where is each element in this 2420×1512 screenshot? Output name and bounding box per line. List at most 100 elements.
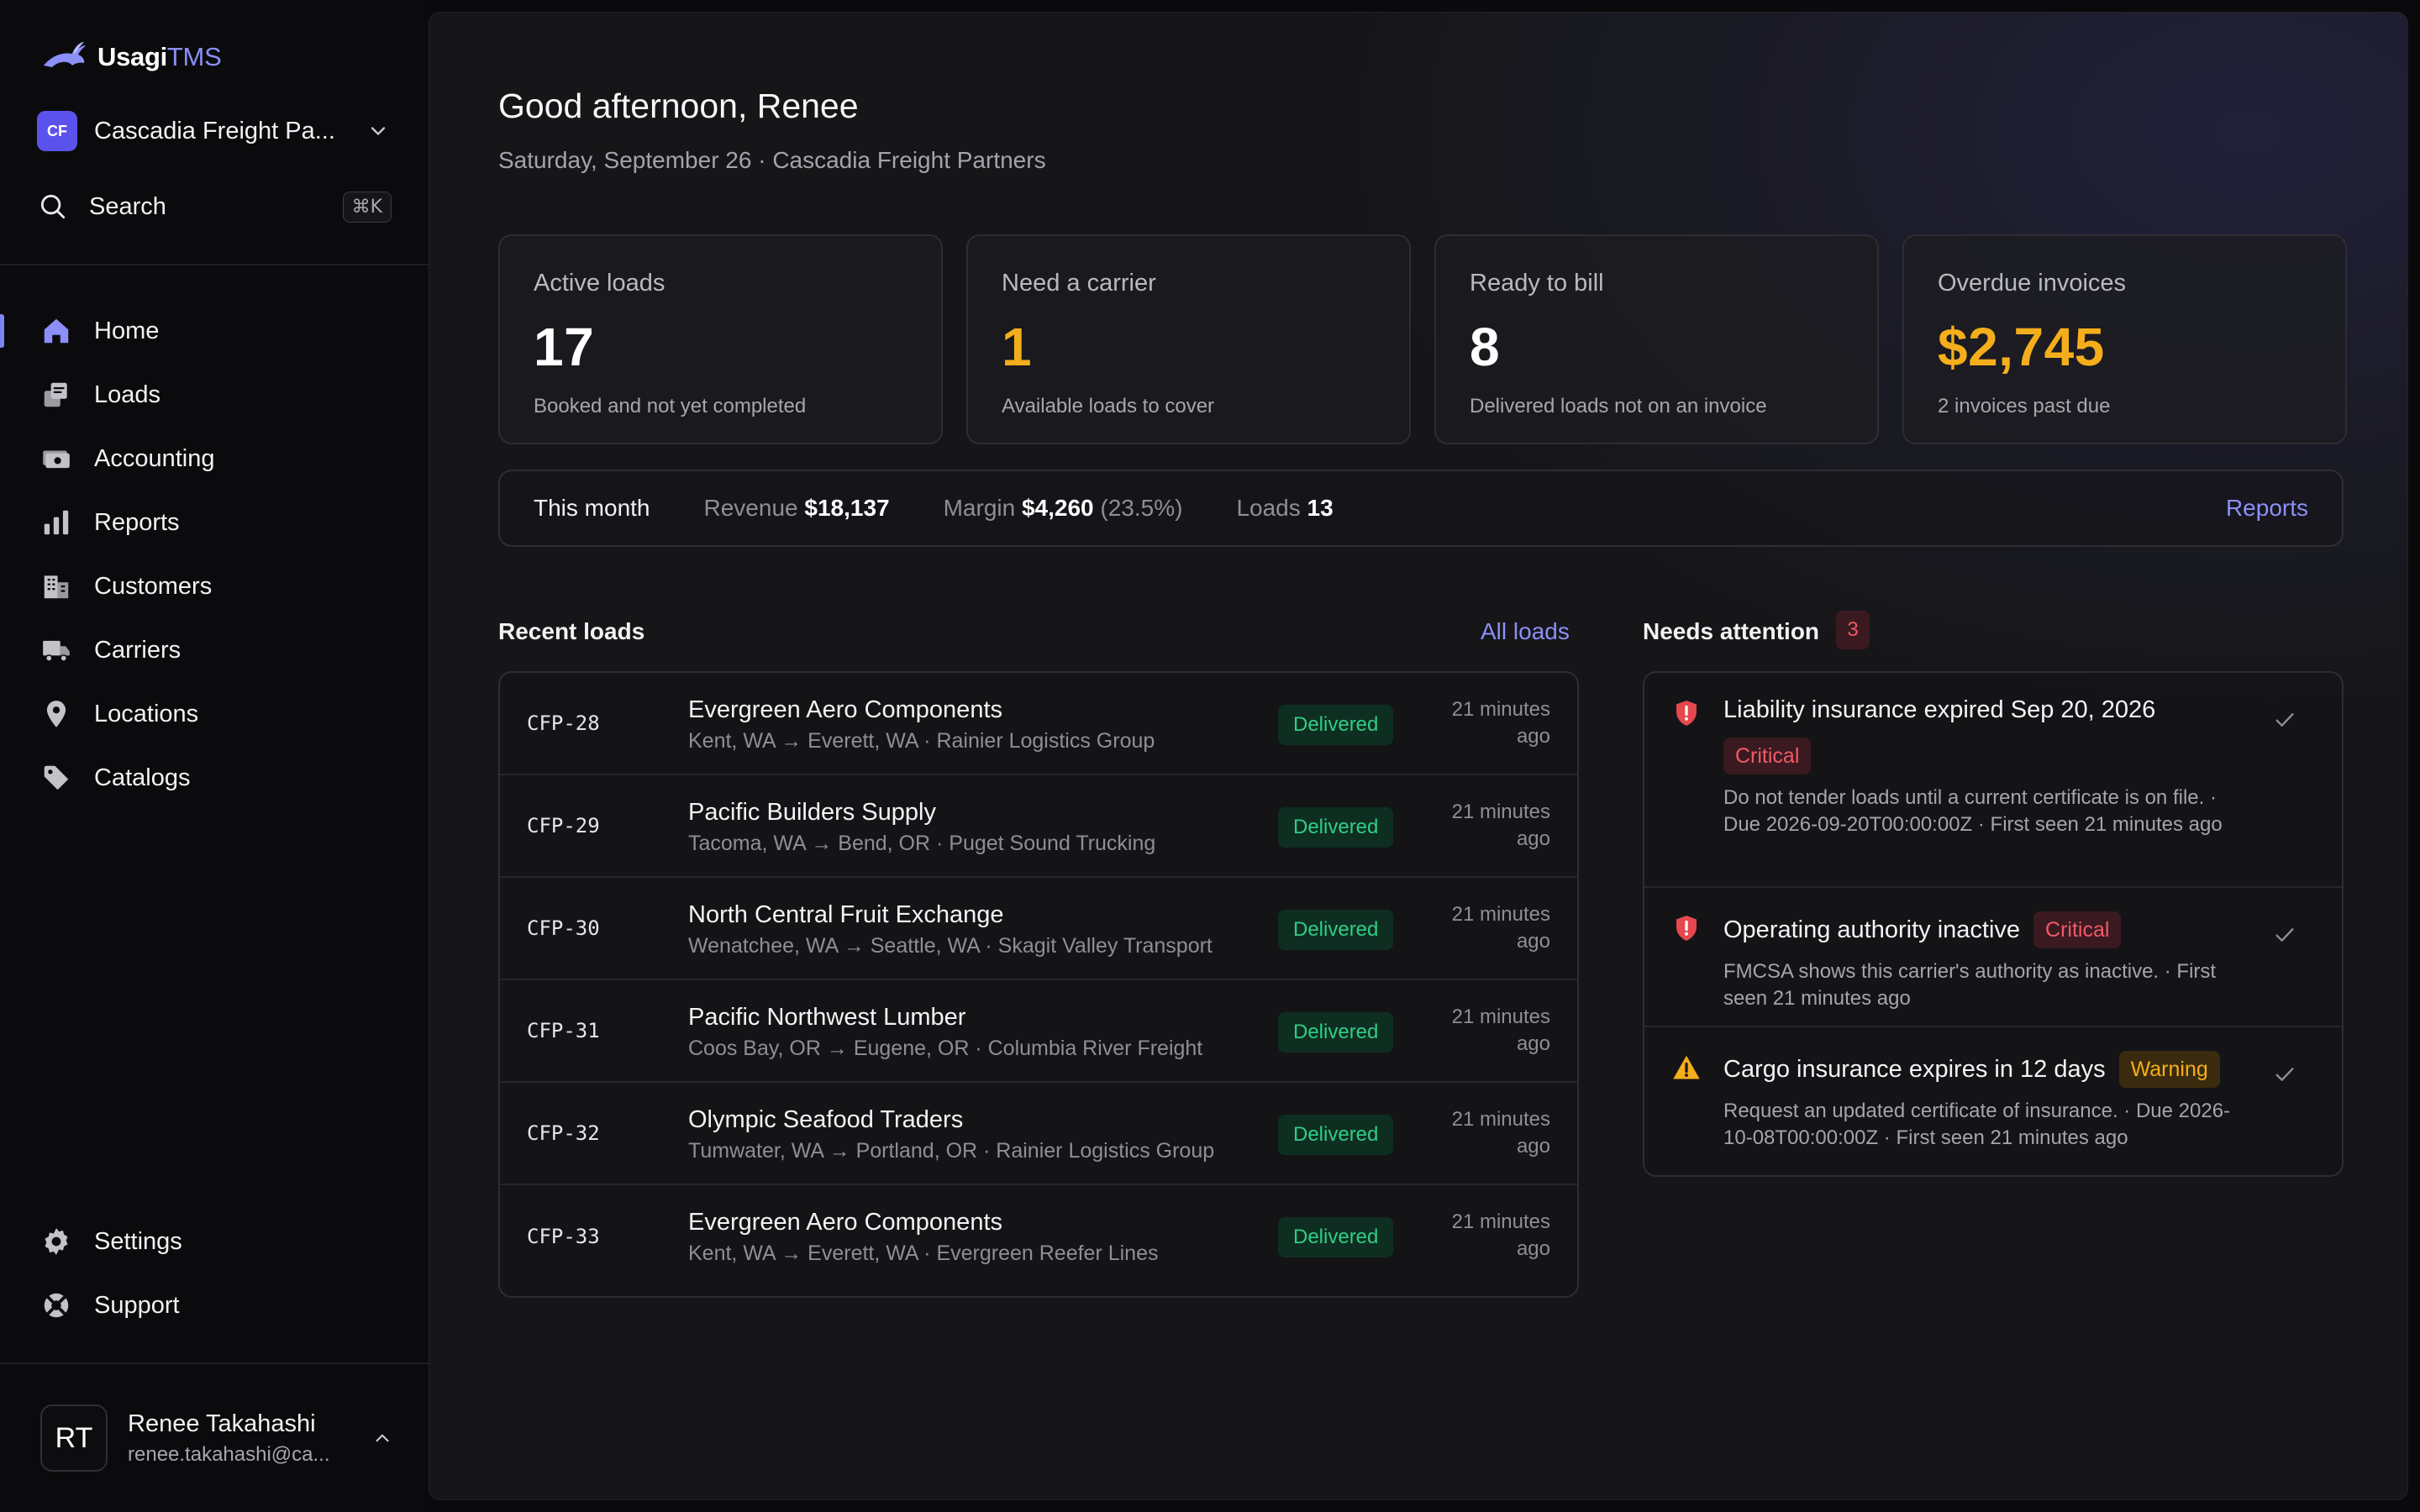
page-title: Good afternoon, Renee	[498, 87, 859, 125]
sidebar-item-label: Locations	[94, 700, 199, 727]
load-customer: Pacific Builders Supply	[688, 799, 936, 826]
sidebar: UsagiTMS CF Cascadia Freight Pa... Searc…	[0, 0, 429, 1512]
brand-logo[interactable]: UsagiTMS	[40, 37, 222, 77]
search-icon	[40, 194, 66, 219]
sidebar-item-label: Loads	[94, 381, 161, 408]
location-pin-icon	[46, 701, 66, 727]
sidebar-item-label: Catalogs	[94, 764, 191, 791]
stat-card-overdue-invoices[interactable]: Overdue invoices $2,745 2 invoices past …	[1902, 234, 2347, 444]
organization-switcher[interactable]: CF Cascadia Freight Pa...	[37, 109, 390, 153]
load-customer: Evergreen Aero Components	[688, 696, 1002, 723]
status-badge: Delivered	[1278, 1115, 1394, 1155]
severity-badge: Critical	[2033, 911, 2122, 948]
status-badge: Delivered	[1278, 1012, 1394, 1053]
table-row[interactable]: CFP-32 Olympic Seafood Traders Tumwater,…	[500, 1083, 1577, 1185]
table-row[interactable]: CFP-29 Pacific Builders Supply Tacoma, W…	[500, 775, 1577, 878]
secondary-nav: Settings Support	[0, 1210, 429, 1337]
table-row[interactable]: CFP-30 North Central Fruit Exchange Wena…	[500, 878, 1577, 980]
severity-badge: Critical	[1723, 738, 1812, 774]
sidebar-item-reports[interactable]: Reports	[0, 491, 429, 554]
sidebar-item-loads[interactable]: Loads	[0, 363, 429, 427]
table-row[interactable]: CFP-33 Evergreen Aero Components Kent, W…	[500, 1185, 1577, 1288]
sidebar-item-carriers[interactable]: Carriers	[0, 618, 429, 682]
status-badge: Delivered	[1278, 705, 1394, 745]
sidebar-item-catalogs[interactable]: Catalogs	[0, 746, 429, 810]
recent-loads-table: CFP-28 Evergreen Aero Components Kent, W…	[498, 671, 1579, 1298]
load-customer: North Central Fruit Exchange	[688, 901, 1004, 928]
avatar: RT	[40, 1404, 108, 1472]
list-item[interactable]: Cargo insurance expires in 12 days Warni…	[1644, 1027, 2342, 1175]
rabbit-logo-icon	[44, 42, 86, 67]
table-row[interactable]: CFP-28 Evergreen Aero Components Kent, W…	[500, 673, 1577, 775]
table-row[interactable]: CFP-31 Pacific Northwest Lumber Coos Bay…	[500, 980, 1577, 1083]
checkmark-icon[interactable]	[2271, 1061, 2298, 1088]
load-customer: Evergreen Aero Components	[688, 1209, 1002, 1236]
recent-loads-title: Recent loads	[498, 618, 645, 644]
load-route: Tumwater, WA → Portland, OR · Rainier Lo…	[688, 1139, 1215, 1163]
status-badge: Delivered	[1278, 807, 1394, 848]
sidebar-divider	[0, 1362, 429, 1364]
customers-icon	[44, 575, 69, 599]
warning-triangle-icon	[1673, 1055, 1700, 1079]
stat-card-need-carrier[interactable]: Need a carrier 1 Available loads to cove…	[966, 234, 1411, 444]
chevron-up-icon	[376, 1434, 389, 1442]
stat-cards: Active loads 17 Booked and not yet compl…	[498, 234, 2347, 444]
main-panel: Good afternoon, Renee Saturday, Septembe…	[429, 12, 2408, 1500]
load-route: Kent, WA → Everett, WA · Rainier Logisti…	[688, 729, 1155, 753]
load-id: CFP-28	[527, 711, 600, 735]
load-timestamp: 21 minutes ago	[1451, 1108, 1550, 1158]
stat-value: $2,745	[1938, 317, 2105, 377]
load-id: CFP-33	[527, 1225, 600, 1248]
shield-alert-icon	[1676, 916, 1697, 941]
search-shortcut: ⌘K	[342, 191, 392, 223]
load-id: CFP-32	[527, 1121, 600, 1145]
stat-description: 2 invoices past due	[1938, 395, 2111, 417]
load-timestamp: 21 minutes ago	[1451, 903, 1550, 953]
search-button[interactable]: Search ⌘K	[37, 186, 392, 227]
sidebar-item-label: Home	[94, 317, 160, 344]
list-item[interactable]: Operating authority inactive Critical FM…	[1644, 888, 2342, 1027]
load-id: CFP-30	[527, 916, 600, 940]
attention-header: Cargo insurance expires in 12 days Warni…	[1723, 1051, 2253, 1088]
reports-link[interactable]: Reports	[2226, 495, 2308, 522]
load-timestamp: 21 minutes ago	[1451, 1005, 1550, 1055]
sidebar-item-home[interactable]: Home	[0, 299, 429, 363]
carriers-icon	[43, 640, 70, 662]
load-details: North Central Fruit Exchange Wenatchee, …	[688, 901, 1213, 958]
severity-badge: Warning	[2118, 1051, 2220, 1088]
brand-name: UsagiTMS	[97, 42, 222, 71]
checkmark-icon[interactable]	[2271, 921, 2298, 948]
stat-description: Available loads to cover	[1002, 395, 1215, 417]
loads-metric: Loads 13	[1236, 495, 1334, 521]
month-summary-bar: This month Revenue $18,137 Margin $4,260…	[498, 470, 2344, 547]
user-menu[interactable]: RT Renee Takahashi renee.takahashi@ca...	[40, 1403, 393, 1473]
loads-icon	[44, 382, 67, 407]
home-icon	[44, 318, 69, 344]
stat-title: Need a carrier	[1002, 270, 1156, 297]
stat-card-active-loads[interactable]: Active loads 17 Booked and not yet compl…	[498, 234, 943, 444]
margin-metric: Margin $4,260 (23.5%)	[943, 495, 1183, 521]
attention-content: Operating authority inactive Critical FM…	[1723, 911, 2253, 1012]
load-id: CFP-29	[527, 814, 600, 837]
shield-alert-icon	[1676, 701, 1697, 726]
needs-attention-list: Liability insurance expired Sep 20, 2026…	[1643, 671, 2344, 1177]
all-loads-link[interactable]: All loads	[1481, 618, 1570, 645]
load-customer: Pacific Northwest Lumber	[688, 1004, 966, 1031]
sidebar-item-accounting[interactable]: Accounting	[0, 427, 429, 491]
search-label: Search	[89, 192, 166, 220]
sidebar-item-support[interactable]: Support	[0, 1273, 429, 1337]
load-route: Kent, WA → Everett, WA · Evergreen Reefe…	[688, 1242, 1159, 1265]
chevron-down-icon	[371, 127, 386, 135]
stat-title: Ready to bill	[1470, 270, 1604, 297]
load-details: Evergreen Aero Components Kent, WA → Eve…	[688, 1209, 1159, 1266]
list-item[interactable]: Liability insurance expired Sep 20, 2026…	[1644, 673, 2342, 888]
checkmark-icon[interactable]	[2271, 706, 2298, 733]
stat-card-ready-to-bill[interactable]: Ready to bill 8 Delivered loads not on a…	[1434, 234, 1879, 444]
sidebar-item-locations[interactable]: Locations	[0, 682, 429, 746]
load-timestamp: 21 minutes ago	[1451, 698, 1550, 748]
gear-icon	[45, 1228, 68, 1255]
needs-attention-title: Needs attention	[1643, 618, 1820, 644]
sidebar-item-settings[interactable]: Settings	[0, 1210, 429, 1273]
lifebuoy-icon	[44, 1293, 69, 1318]
sidebar-item-customers[interactable]: Customers	[0, 554, 429, 618]
